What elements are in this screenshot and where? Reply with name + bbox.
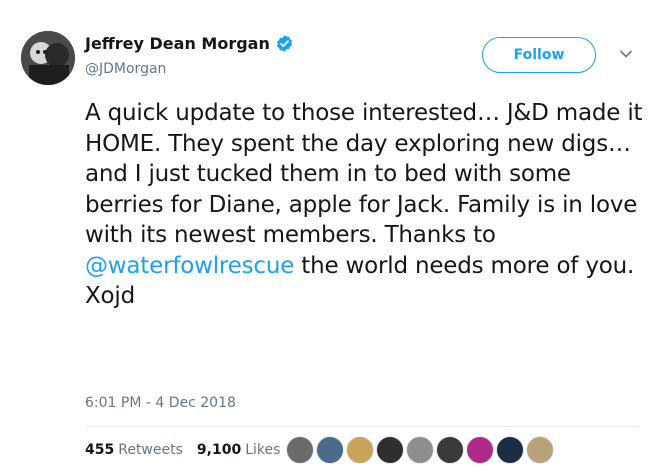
author-avatar[interactable] [21,31,75,85]
liker-avatar[interactable] [346,436,374,464]
liker-avatar[interactable] [316,436,344,464]
likes-stat[interactable]: 9,100 Likes [197,442,281,458]
liker-avatars [286,436,556,464]
avatar-image [21,31,75,85]
author-name[interactable]: Jeffrey Dean Morgan [85,34,270,53]
tweet-stats: 455 Retweets 9,100 Likes [85,442,280,458]
liker-avatar[interactable] [496,436,524,464]
tweet-timestamp[interactable]: 6:01 PM - 4 Dec 2018 [85,395,236,411]
liker-avatar[interactable] [466,436,494,464]
verified-badge-icon [276,35,292,52]
author-name-row[interactable]: Jeffrey Dean Morgan [85,34,294,53]
liker-avatar[interactable] [436,436,464,464]
likes-label: Likes [245,442,281,458]
liker-avatar[interactable] [376,436,404,464]
liker-avatar[interactable] [406,436,434,464]
liker-avatar[interactable] [286,436,314,464]
chevron-down-icon[interactable] [618,46,634,62]
mention-link[interactable]: @waterfowlrescue [85,253,294,279]
likes-count: 9,100 [196,442,242,458]
liker-avatar[interactable] [526,436,554,464]
retweets-count: 455 [85,442,115,458]
follow-button[interactable]: Follow [482,37,596,73]
tweet-text-body: A quick update to those interested… J&D … [85,100,643,248]
tweet-text: A quick update to those interested… J&D … [85,98,650,312]
divider [85,426,638,427]
retweets-label: Retweets [118,442,183,458]
tweet-card: Jeffrey Dean Morgan @JDMorgan Follow A q… [0,0,662,476]
retweets-stat[interactable]: 455 Retweets [85,442,183,458]
author-handle[interactable]: @JDMorgan [85,61,166,77]
